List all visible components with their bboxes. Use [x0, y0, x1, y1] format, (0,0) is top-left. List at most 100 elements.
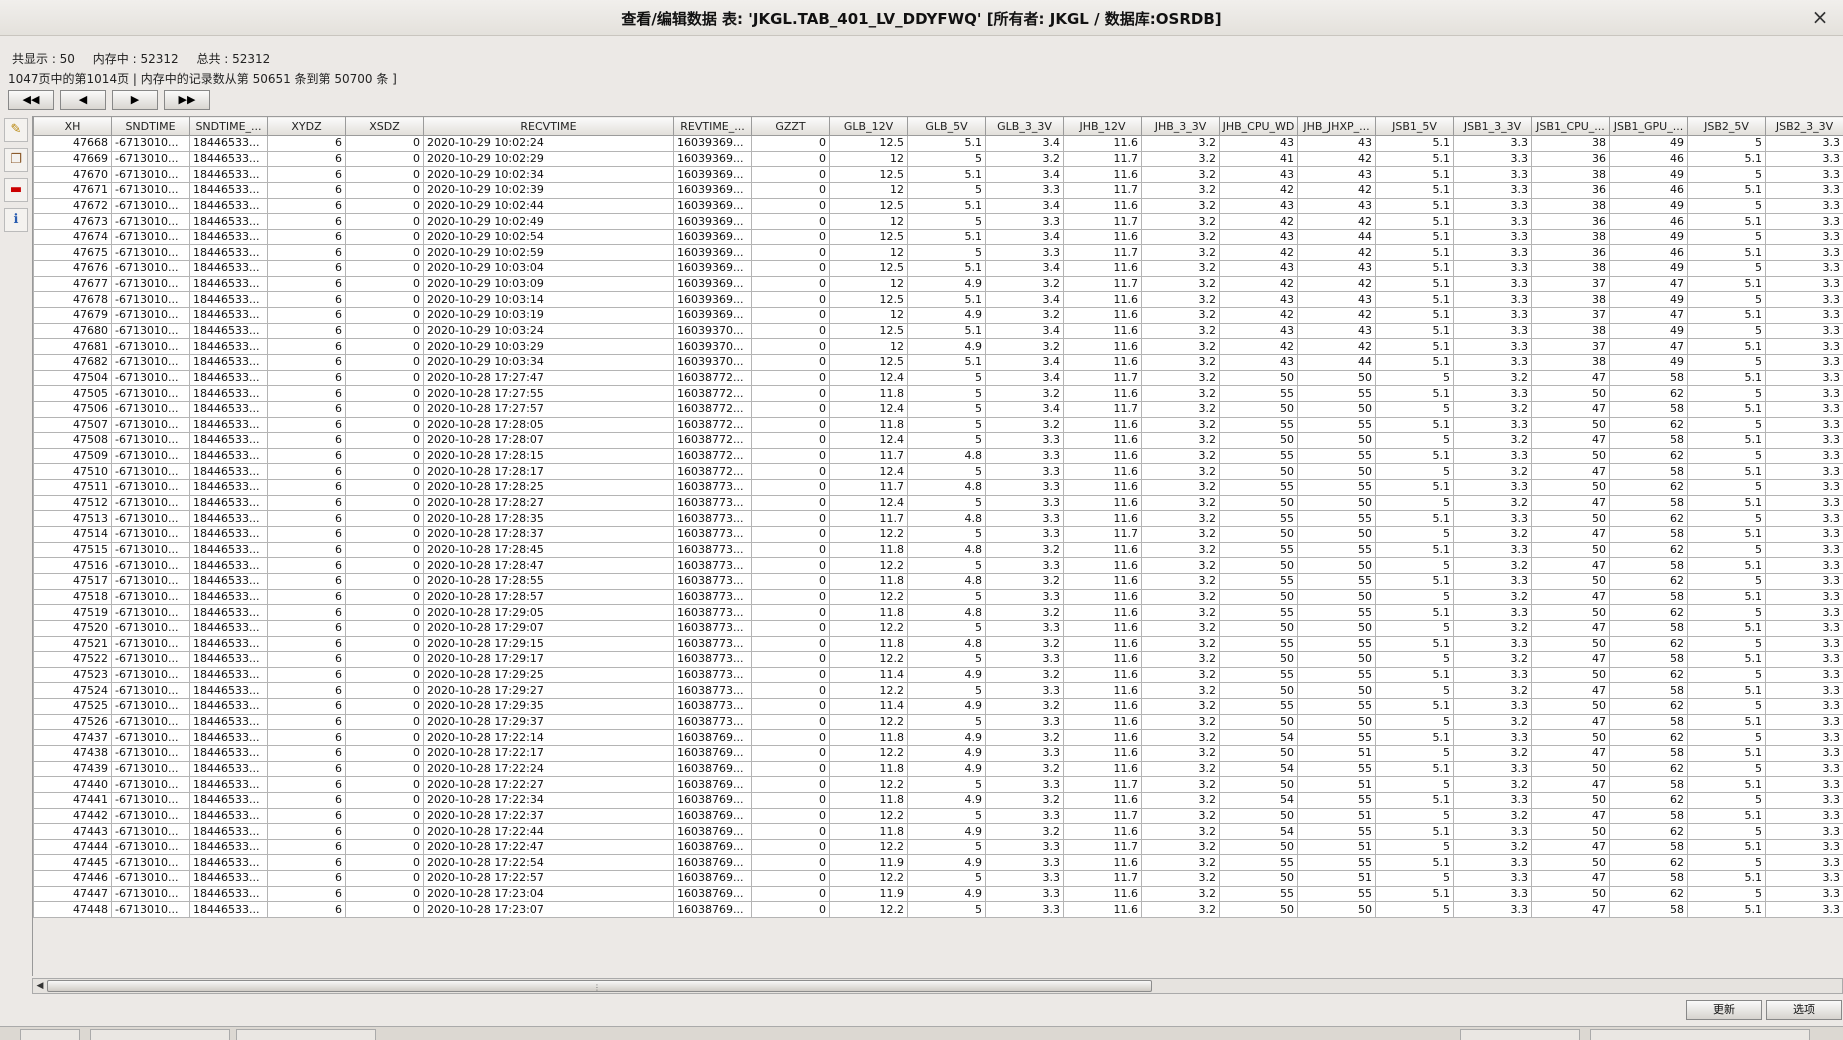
table-cell[interactable]: 0: [751, 447, 830, 465]
table-cell[interactable]: 3.3: [1765, 651, 1843, 668]
table-cell[interactable]: 11.6: [1063, 541, 1142, 559]
table-cell[interactable]: 5.1: [1375, 260, 1454, 277]
table-cell[interactable]: 37: [1531, 307, 1610, 324]
table-cell[interactable]: 55: [1297, 854, 1376, 872]
table-cell[interactable]: 5: [1687, 260, 1766, 277]
table-cell[interactable]: 62: [1609, 447, 1688, 465]
table-cell[interactable]: 47: [1531, 400, 1610, 418]
column-header[interactable]: JSB1_CPU_...: [1531, 116, 1610, 136]
table-cell[interactable]: 3.2: [1141, 557, 1220, 574]
table-cell[interactable]: 50: [1297, 651, 1376, 668]
table-cell[interactable]: 4.8: [907, 541, 986, 559]
table-cell[interactable]: 3.2: [1141, 838, 1220, 856]
table-cell[interactable]: 47444: [33, 838, 112, 856]
table-cell[interactable]: 6: [267, 213, 346, 230]
table-row[interactable]: 47518 -6713010... 18446533... 6 0 2020-10-28 …: [33, 588, 1843, 606]
table-cell[interactable]: 0: [751, 557, 830, 574]
table-cell[interactable]: 5.1: [1687, 838, 1766, 856]
table-cell[interactable]: 3.2: [1141, 870, 1220, 887]
table-cell[interactable]: -6713010...: [111, 432, 190, 449]
table-cell[interactable]: 5.1: [1687, 870, 1766, 887]
table-cell[interactable]: 0: [751, 322, 830, 340]
table-cell[interactable]: 18446533...: [189, 447, 268, 465]
table-cell[interactable]: 11.7: [1063, 400, 1142, 418]
table-cell[interactable]: 4.9: [907, 823, 986, 840]
table-cell[interactable]: 0: [345, 432, 424, 449]
table-cell[interactable]: 3.3: [985, 588, 1064, 606]
table-cell[interactable]: 18446533...: [189, 385, 268, 402]
table-row[interactable]: 47677 -6713010... 18446533... 6 0 2020-10-29 …: [33, 275, 1843, 293]
table-cell[interactable]: 5: [907, 682, 986, 700]
table-cell[interactable]: 5.1: [1375, 791, 1454, 809]
table-cell[interactable]: -6713010...: [111, 588, 190, 606]
table-cell[interactable]: 3.3: [1765, 432, 1843, 449]
table-cell[interactable]: 62: [1609, 385, 1688, 402]
table-cell[interactable]: 55: [1297, 791, 1376, 809]
table-cell[interactable]: 11.6: [1063, 885, 1142, 903]
table-cell[interactable]: 12.2: [829, 588, 908, 606]
table-cell[interactable]: 3.3: [1765, 838, 1843, 856]
table-cell[interactable]: 47516: [33, 557, 112, 574]
table-cell[interactable]: 3.2: [1141, 447, 1220, 465]
table-cell[interactable]: 62: [1609, 666, 1688, 684]
table-cell[interactable]: 16038773...: [673, 557, 752, 574]
table-cell[interactable]: 3.3: [985, 619, 1064, 637]
table-cell[interactable]: 3.3: [1765, 823, 1843, 840]
table-cell[interactable]: 5: [1375, 619, 1454, 637]
table-cell[interactable]: 0: [751, 135, 830, 152]
table-cell[interactable]: 47441: [33, 791, 112, 809]
table-cell[interactable]: 2020-10-28 17:22:47: [423, 838, 674, 856]
table-cell[interactable]: 3.3: [1453, 541, 1532, 559]
table-cell[interactable]: 16038769...: [673, 729, 752, 746]
table-cell[interactable]: 5: [1687, 447, 1766, 465]
table-cell[interactable]: 3.2: [1141, 275, 1220, 293]
table-cell[interactable]: 3.4: [985, 400, 1064, 418]
table-cell[interactable]: 5: [1375, 400, 1454, 418]
table-cell[interactable]: 18446533...: [189, 619, 268, 637]
table-cell[interactable]: 62: [1609, 760, 1688, 778]
table-row[interactable]: 47438 -6713010... 18446533... 6 0 2020-10-28 …: [33, 744, 1843, 762]
table-cell[interactable]: 0: [751, 291, 830, 309]
table-cell[interactable]: 3.3: [1765, 807, 1843, 825]
table-cell[interactable]: 2020-10-28 17:22:34: [423, 791, 674, 809]
table-cell[interactable]: 58: [1609, 901, 1688, 919]
table-cell[interactable]: 11.6: [1063, 854, 1142, 872]
table-cell[interactable]: 11.7: [1063, 807, 1142, 825]
table-cell[interactable]: 16038773...: [673, 666, 752, 684]
table-cell[interactable]: 3.3: [1453, 338, 1532, 355]
table-cell[interactable]: 6: [267, 651, 346, 668]
table-cell[interactable]: 2020-10-29 10:02:44: [423, 197, 674, 215]
table-cell[interactable]: 16039369...: [673, 197, 752, 215]
table-cell[interactable]: 16038773...: [673, 698, 752, 715]
table-cell[interactable]: 4.8: [907, 479, 986, 496]
table-cell[interactable]: -6713010...: [111, 275, 190, 293]
table-cell[interactable]: 16038773...: [673, 479, 752, 496]
table-cell[interactable]: 5: [1687, 572, 1766, 590]
table-cell[interactable]: 47446: [33, 870, 112, 887]
table-cell[interactable]: 50: [1219, 682, 1298, 700]
table-cell[interactable]: 16038769...: [673, 823, 752, 840]
table-cell[interactable]: 12: [829, 307, 908, 324]
last-page-button[interactable]: ▶▶: [164, 90, 210, 110]
table-cell[interactable]: 2020-10-28 17:28:05: [423, 416, 674, 434]
table-cell[interactable]: 3.3: [1765, 135, 1843, 152]
table-cell[interactable]: 0: [751, 228, 830, 246]
table-cell[interactable]: 0: [345, 526, 424, 543]
table-cell[interactable]: 18446533...: [189, 197, 268, 215]
table-cell[interactable]: -6713010...: [111, 447, 190, 465]
table-cell[interactable]: 4.9: [907, 698, 986, 715]
table-cell[interactable]: 3.2: [1453, 463, 1532, 481]
table-cell[interactable]: 11.6: [1063, 729, 1142, 746]
table-cell[interactable]: 50: [1219, 713, 1298, 731]
table-cell[interactable]: 47504: [33, 369, 112, 387]
update-button[interactable]: 更新: [1686, 1000, 1762, 1020]
table-cell[interactable]: 3.2: [1141, 698, 1220, 715]
table-cell[interactable]: 0: [345, 791, 424, 809]
table-cell[interactable]: -6713010...: [111, 885, 190, 903]
table-cell[interactable]: 5.1: [1375, 479, 1454, 496]
table-cell[interactable]: 47: [1609, 307, 1688, 324]
table-cell[interactable]: 0: [751, 776, 830, 793]
table-cell[interactable]: 6: [267, 369, 346, 387]
table-cell[interactable]: 5.1: [1375, 197, 1454, 215]
table-cell[interactable]: 6: [267, 150, 346, 168]
